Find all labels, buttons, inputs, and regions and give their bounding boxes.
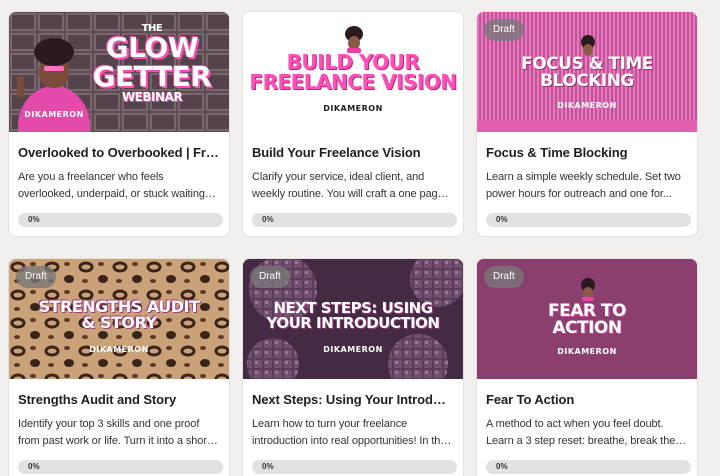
progress-label: 0%	[496, 215, 508, 224]
course-thumbnail: THE GLOW GETTER WEBINAR DIKAMERON	[9, 12, 229, 132]
course-grid: THE GLOW GETTER WEBINAR DIKAMERON Overlo…	[0, 0, 720, 476]
thumbnail-headline: STRENGTHS AUDIT & STORY	[38, 297, 200, 333]
draft-badge: Draft	[16, 266, 56, 288]
course-description: Clarify your service, ideal client, and …	[252, 171, 444, 200]
progress-bar: 0%	[252, 213, 457, 227]
course-title[interactable]: Fear To Action	[486, 392, 687, 407]
thumbnail-headline: THE GLOW GETTER WEBINAR	[92, 23, 212, 105]
course-title[interactable]: Build Your Freelance Vision	[252, 145, 453, 160]
thumbnail-headline: BUILD YOUR FREELANCE VISION	[249, 50, 457, 95]
course-title[interactable]: Overlooked to Overbooked | Freel...	[18, 145, 219, 160]
progress-label: 0%	[262, 215, 274, 224]
thumbnail-headline: FEAR TO ACTION	[548, 301, 626, 339]
progress-label: 0%	[496, 462, 508, 471]
course-thumbnail: Draft FEAR TO ACTION DIKAMERON	[477, 259, 697, 379]
course-card[interactable]: Draft STRENGTHS AUDIT & STORY DIKAMERON …	[8, 258, 230, 476]
course-thumbnail: Draft STRENGTHS AUDIT & STORY DIKAMERON	[9, 259, 229, 379]
progress-bar: 0%	[486, 213, 691, 227]
course-description: Learn a simple weekly schedule. Set two …	[486, 171, 681, 200]
brand-logo: DIKAMERON	[24, 110, 84, 119]
thumbnail-headline: FOCUS & TIME BLOCKING	[521, 54, 653, 92]
course-card[interactable]: Draft FEAR TO ACTION DIKAMERON Fear To A…	[476, 258, 698, 476]
course-card[interactable]: THE GLOW GETTER WEBINAR DIKAMERON Overlo…	[8, 11, 230, 237]
course-title[interactable]: Focus & Time Blocking	[486, 145, 687, 160]
course-title[interactable]: Strengths Audit and Story	[18, 392, 219, 407]
course-card[interactable]: Draft NEXT STEPS: USING YOUR INTRODUCTIO…	[242, 258, 464, 476]
brand-logo: DIKAMERON	[323, 104, 383, 113]
progress-bar: 0%	[252, 460, 457, 474]
progress-label: 0%	[28, 462, 40, 471]
course-description: Are you a freelancer who feels overlooke…	[18, 171, 205, 200]
course-description: A method to act when you feel doubt. Lea…	[486, 418, 676, 447]
course-title[interactable]: Next Steps: Using Your Introduction	[252, 392, 453, 407]
progress-bar: 0%	[18, 460, 223, 474]
progress-bar: 0%	[18, 213, 223, 227]
scroll-edge-fade	[706, 0, 720, 476]
brand-logo: DIKAMERON	[557, 347, 617, 356]
thumbnail-headline: NEXT STEPS: USING YOUR INTRODUCTION	[266, 299, 440, 333]
course-description: Learn how to turn your freelance introdu…	[252, 418, 447, 447]
course-card[interactable]: Draft FOCUS & TIME BLOCKING DIKAMERON Fo…	[476, 11, 698, 237]
course-thumbnail: Draft NEXT STEPS: USING YOUR INTRODUCTIO…	[243, 259, 463, 379]
progress-bar: 0%	[486, 460, 691, 474]
course-card[interactable]: BUILD YOUR FREELANCE VISION DIKAMERON Bu…	[242, 11, 464, 237]
progress-label: 0%	[262, 462, 274, 471]
course-thumbnail: BUILD YOUR FREELANCE VISION DIKAMERON	[243, 12, 463, 132]
brand-logo: DIKAMERON	[89, 345, 149, 354]
draft-badge: Draft	[250, 266, 290, 288]
progress-label: 0%	[28, 215, 40, 224]
brand-logo: DIKAMERON	[323, 345, 383, 354]
course-thumbnail: Draft FOCUS & TIME BLOCKING DIKAMERON	[477, 12, 697, 132]
course-description: Identify your top 3 skills and one proof…	[18, 418, 210, 447]
brand-logo: DIKAMERON	[557, 101, 617, 110]
draft-badge: Draft	[484, 266, 524, 288]
draft-badge: Draft	[484, 19, 524, 41]
